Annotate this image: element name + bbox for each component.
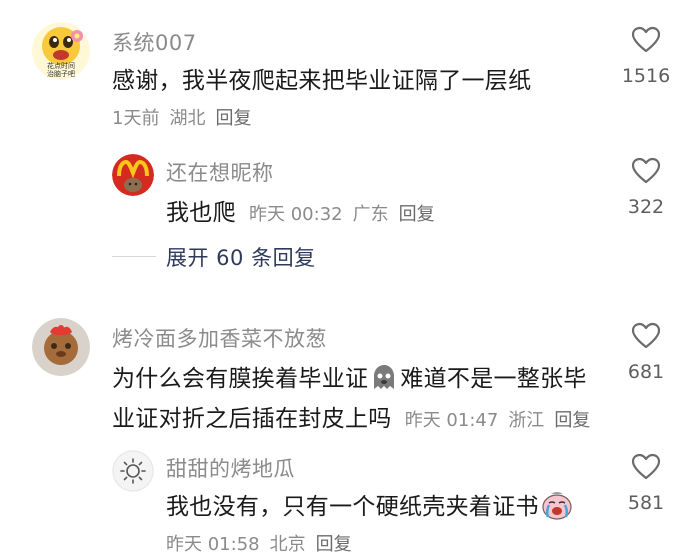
comment-location: 浙江 [508, 410, 545, 431]
like-button[interactable]: 1516 [616, 26, 676, 87]
ghost-face-emoji [370, 363, 398, 397]
heart-outline-icon [631, 157, 661, 184]
reply-username[interactable]: 还在想昵称 [166, 157, 274, 187]
reply-text: 我也没有，只有一个硬纸壳夹着证书 [166, 494, 539, 520]
comment-location: 湖北 [169, 108, 206, 129]
reply-avatar[interactable] [112, 154, 154, 196]
heart-outline-icon [631, 453, 661, 480]
reply-button[interactable]: 回复 [215, 108, 251, 129]
reply-time: 昨天 00:32 [249, 204, 343, 225]
like-count: 681 [627, 361, 665, 383]
like-count: 1516 [621, 65, 671, 87]
reply-button[interactable]: 回复 [399, 204, 435, 225]
comment-line-2: 业证对折之后插在封皮上吗 昨天 01:47 浙江 回复 [112, 399, 600, 433]
heart-outline-icon [631, 322, 661, 349]
crying-face-emoji [541, 490, 573, 526]
avatar[interactable] [32, 318, 90, 376]
comment-2: 烤冷面多加香菜不放葱 为什么会有膜挨着毕业证 难道不是一整张毕 业证对折之后插在封… [0, 290, 690, 559]
like-button[interactable]: 681 [616, 322, 676, 383]
reply-location: 北京 [269, 534, 306, 555]
reply-meta: 昨天 00:32 广东 回复 [249, 204, 445, 225]
divider [112, 256, 156, 257]
reply-location: 广东 [352, 204, 389, 225]
comment-text-part: 为什么会有膜挨着毕业证 [112, 366, 369, 392]
comment-time: 昨天 01:47 [404, 410, 499, 431]
comment-text: 感谢，我半夜爬起来把毕业证隔了一层纸 [112, 68, 532, 94]
expand-replies-button[interactable]: 展开 60 条回复 [166, 242, 316, 272]
reply-meta: 昨天 01:58 北京 回复 [166, 530, 362, 556]
like-button[interactable]: 322 [616, 157, 676, 218]
comment-username[interactable]: 系统007 [112, 27, 197, 57]
comment-text-line-1: 为什么会有膜挨着毕业证 难道不是一整张毕 [112, 359, 587, 397]
reply-time: 昨天 01:58 [166, 534, 260, 555]
like-count: 581 [627, 492, 665, 514]
comment-username[interactable]: 烤冷面多加香菜不放葱 [112, 323, 327, 353]
reply-avatar[interactable] [112, 450, 154, 492]
comment-text-line-2: 业证对折之后插在封皮上吗 [112, 406, 392, 432]
like-button[interactable]: 581 [616, 453, 676, 514]
avatar-caption: 花点时间 治脑子吧 [47, 62, 75, 78]
reply-text-line: 我也没有，只有一个硬纸壳夹着证书 [166, 487, 575, 526]
reply-line: 我也爬 昨天 00:32 广东 回复 [166, 193, 445, 227]
comment-time: 1天前 [112, 108, 160, 129]
reply-button[interactable]: 回复 [316, 534, 352, 555]
avatar[interactable]: 花点时间 治脑子吧 [32, 22, 90, 80]
heart-outline-icon [631, 26, 661, 53]
comment-text-part: 难道不是一整张毕 [400, 366, 587, 392]
reply-username[interactable]: 甜甜的烤地瓜 [166, 453, 295, 483]
comment-meta: 1天前 湖北 回复 [112, 104, 261, 130]
reply-text: 我也爬 [166, 200, 236, 226]
like-count: 322 [627, 196, 665, 218]
reply-button[interactable]: 回复 [554, 410, 590, 431]
comment-1: 花点时间 治脑子吧 系统007 感谢，我半夜爬起来把毕业证隔了一层纸 1天前 湖北… [0, 0, 690, 290]
comment-meta: 昨天 01:47 浙江 回复 [405, 410, 601, 431]
